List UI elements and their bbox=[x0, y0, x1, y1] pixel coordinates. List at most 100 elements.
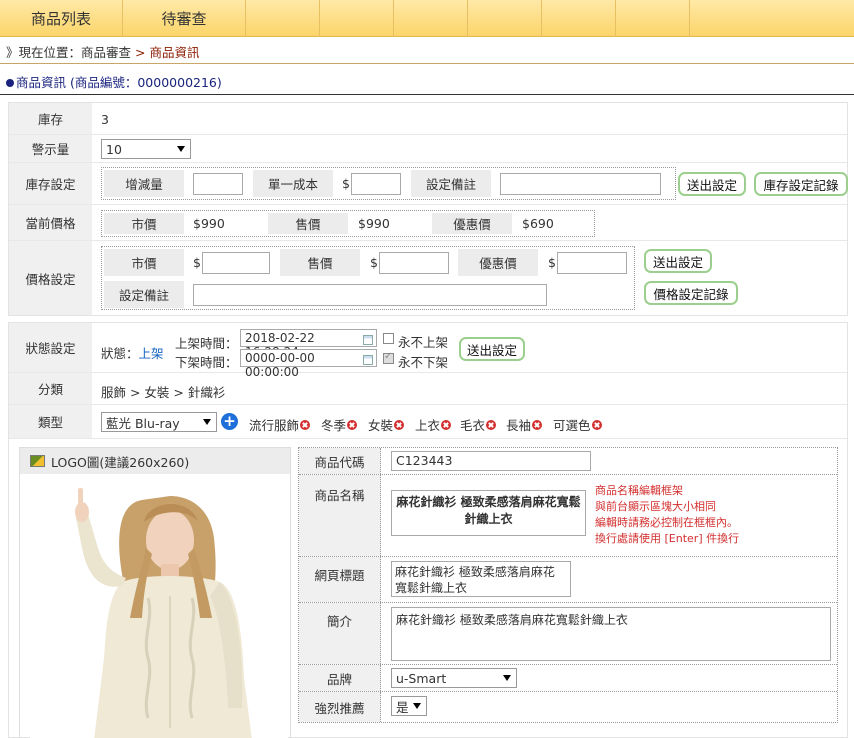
type-tags: 流行服飾 冬季 女裝 上衣 毛衣 長袖 可選色 bbox=[249, 415, 849, 434]
off-shelf-datetime-input[interactable]: 0000-00-00 00:00:00 bbox=[240, 349, 377, 379]
list-price-input[interactable] bbox=[202, 252, 270, 274]
brand-label: 品牌 bbox=[299, 665, 381, 691]
price-setting-label: 價格設定 bbox=[9, 241, 92, 315]
type-select[interactable]: 藍光 Blu-ray bbox=[101, 412, 217, 432]
product-code-input[interactable]: C123443 bbox=[391, 451, 591, 471]
stock-price-panel: 庫存 3 警示量 10 庫存設定 增減量 單一成本 $ 設定備註 送出設定 庫存… bbox=[8, 102, 848, 316]
qty-input[interactable] bbox=[193, 173, 243, 195]
price-note-input[interactable] bbox=[193, 284, 547, 306]
name-row: 商品名稱 麻花針織衫 極致柔感落肩麻花寬鬆針織上衣 商品名稱編輯框架 與前台顯示… bbox=[299, 475, 837, 557]
remove-tag-icon[interactable] bbox=[591, 419, 602, 430]
web-title-row: 網頁標題 麻花針織衫 極致柔感落肩麻花寬鬆針織上衣 bbox=[299, 557, 837, 603]
web-title-label: 網頁標題 bbox=[299, 557, 381, 602]
alert-row: 警示量 10 bbox=[9, 135, 847, 163]
chevron-down-icon bbox=[503, 675, 511, 681]
tag-item: 毛衣 bbox=[460, 415, 497, 434]
name-hint: 商品名稱編輯框架 與前台顯示區塊大小相同 編輯時請務必控制在框框內。 換行處請使… bbox=[595, 483, 739, 547]
tab-empty bbox=[246, 0, 320, 37]
breadcrumb-parent-link[interactable]: 商品審查 bbox=[81, 45, 131, 60]
status-state: 狀態：上架 bbox=[101, 343, 164, 362]
tag-label: 毛衣 bbox=[460, 418, 486, 433]
sale-price-input[interactable] bbox=[379, 252, 449, 274]
tag-label: 長袖 bbox=[506, 418, 532, 433]
promo-price-label: 優惠價 bbox=[432, 213, 512, 234]
on-shelf-datetime-input[interactable]: 2018-02-22 16:28:24 bbox=[240, 329, 377, 359]
tab-empty bbox=[616, 0, 690, 37]
tab-product-list[interactable]: 商品列表 bbox=[0, 0, 123, 37]
promo-price-setting-label: 優惠價 bbox=[458, 249, 538, 276]
product-info-panel: 狀態設定 狀態：上架 上架時間： 2018-02-22 16:28:24 永不上… bbox=[8, 322, 848, 738]
name-label: 商品名稱 bbox=[299, 475, 381, 556]
web-title-textarea[interactable]: 麻花針織衫 極致柔感落肩麻花寬鬆針織上衣 bbox=[391, 561, 571, 597]
status-value: 上架 bbox=[138, 346, 164, 361]
cost-input[interactable] bbox=[351, 173, 401, 195]
qty-label: 增減量 bbox=[104, 170, 184, 197]
top-tabs: 商品列表 待審查 bbox=[0, 0, 854, 37]
stock-note-label: 設定備註 bbox=[411, 170, 491, 197]
brand-select-value: u-Smart bbox=[396, 670, 447, 686]
never-off-checkbox[interactable] bbox=[383, 351, 394, 364]
list-price-label: 市價 bbox=[104, 213, 184, 234]
alert-select[interactable]: 10 bbox=[101, 139, 191, 159]
hint-line: 編輯時請務必控制在框框內。 bbox=[595, 516, 738, 529]
stock-row: 庫存 3 bbox=[9, 103, 847, 135]
status-row: 狀態設定 狀態：上架 上架時間： 2018-02-22 16:28:24 永不上… bbox=[9, 323, 847, 379]
stock-submit-button[interactable]: 送出設定 bbox=[678, 172, 746, 196]
price-history-button[interactable]: 價格設定記錄 bbox=[644, 281, 738, 305]
remove-tag-icon[interactable] bbox=[347, 419, 358, 430]
price-setting-row: 價格設定 市價 $ 售價 $ 優惠價 $ 設定備註 送出設定 價格設定記錄 bbox=[9, 241, 847, 315]
divider bbox=[0, 94, 854, 95]
type-select-value: 藍光 Blu-ray bbox=[106, 415, 180, 431]
brand-select[interactable]: u-Smart bbox=[391, 668, 517, 688]
remove-tag-icon[interactable] bbox=[486, 419, 497, 430]
tab-empty bbox=[542, 0, 616, 37]
tag-item: 流行服飾 bbox=[249, 415, 311, 434]
product-photo[interactable] bbox=[30, 478, 288, 738]
calendar-icon[interactable] bbox=[363, 355, 373, 365]
sale-price-value: $990 bbox=[358, 216, 390, 231]
never-off-label: 永不下架 bbox=[398, 355, 449, 370]
image-icon bbox=[30, 455, 45, 467]
remove-tag-icon[interactable] bbox=[394, 419, 405, 430]
intro-textarea[interactable]: 麻花針織衫 極致柔感落肩麻花寬鬆針織上衣 bbox=[391, 607, 831, 661]
never-on-checkbox[interactable] bbox=[383, 333, 394, 344]
promo-price-input[interactable] bbox=[557, 252, 627, 274]
remove-tag-icon[interactable] bbox=[532, 419, 543, 430]
sale-price-setting-label: 售價 bbox=[280, 249, 360, 276]
intro-value: 麻花針織衫 極致柔感落肩麻花寬鬆針織上衣 bbox=[396, 613, 628, 627]
status-submit-button[interactable]: 送出設定 bbox=[459, 337, 525, 361]
page-title-text: 商品資訊 (商品編號：0000000216) bbox=[16, 75, 222, 90]
product-fields-table: 商品代碼 C123443 商品名稱 麻花針織衫 極致柔感落肩麻花寬鬆針織上衣 商… bbox=[298, 447, 838, 723]
currency-symbol: $ bbox=[193, 255, 201, 270]
current-price-row: 當前價格 市價 $990 售價 $990 優惠價 $690 bbox=[9, 205, 847, 241]
promo-price-value: $690 bbox=[522, 216, 554, 231]
status-label: 狀態設定 bbox=[9, 323, 92, 372]
calendar-icon[interactable] bbox=[363, 335, 373, 345]
product-code-value: C123443 bbox=[396, 453, 453, 468]
remove-tag-icon[interactable] bbox=[441, 419, 452, 430]
currency-symbol: $ bbox=[342, 176, 350, 191]
hint-line: 商品名稱編輯框架 bbox=[595, 484, 683, 497]
status-prefix: 狀態： bbox=[101, 346, 139, 361]
stock-note-input[interactable] bbox=[500, 173, 661, 195]
list-price-setting-label: 市價 bbox=[104, 249, 184, 276]
product-name-textarea[interactable]: 麻花針織衫 極致柔感落肩麻花寬鬆針織上衣 bbox=[391, 490, 586, 536]
price-submit-button[interactable]: 送出設定 bbox=[644, 249, 712, 273]
stock-label: 庫存 bbox=[9, 103, 92, 134]
recommend-select-value: 是 bbox=[396, 699, 409, 715]
tab-pending-review[interactable]: 待審查 bbox=[123, 0, 246, 37]
stock-history-button[interactable]: 庫存設定記錄 bbox=[754, 172, 848, 196]
add-icon[interactable]: + bbox=[221, 413, 238, 430]
intro-label: 簡介 bbox=[299, 603, 381, 664]
tab-empty bbox=[468, 0, 542, 37]
never-on-label: 永不上架 bbox=[398, 335, 449, 350]
tag-label: 女裝 bbox=[368, 418, 394, 433]
alert-label: 警示量 bbox=[9, 135, 92, 162]
remove-tag-icon[interactable] bbox=[300, 419, 311, 430]
recommend-select[interactable]: 是 bbox=[391, 696, 427, 716]
logo-header: LOGO圖(建議260x260) bbox=[20, 448, 290, 474]
current-price-box: 市價 $990 售價 $990 優惠價 $690 bbox=[101, 210, 595, 237]
tag-label: 冬季 bbox=[321, 418, 347, 433]
tab-empty bbox=[320, 0, 394, 37]
divider bbox=[0, 63, 854, 64]
